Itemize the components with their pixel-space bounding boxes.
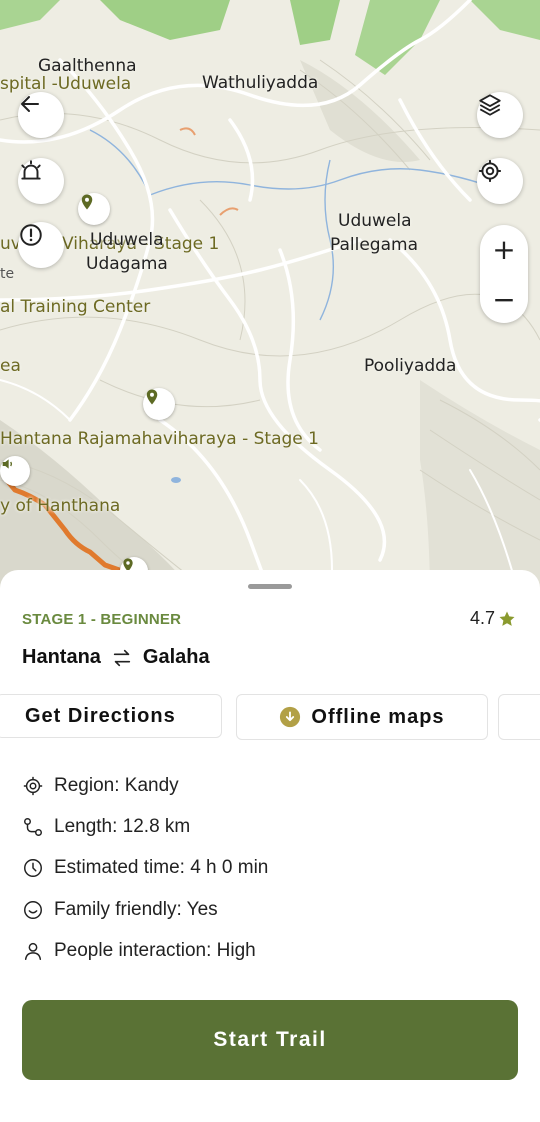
map-label-uduwela-pallegama-line1: Uduwela <box>338 211 412 231</box>
map-label-uduwela-udagama-line2: Udagama <box>86 254 168 274</box>
info-region-text: Region: Kandy <box>54 775 179 796</box>
alert-button[interactable] <box>18 158 64 204</box>
start-trail-button[interactable]: Start Trail <box>22 1000 518 1080</box>
info-time: Estimated time: 4 h 0 min <box>22 857 268 879</box>
map-pin[interactable] <box>78 193 110 225</box>
route-title: Hantana Galaha <box>22 646 210 669</box>
map-label-gaalthenna: Gaalthenna <box>38 56 137 76</box>
stage-label: STAGE 1 - BEGINNER <box>22 611 182 628</box>
map-label-training-center: al Training Center <box>0 297 151 317</box>
more-actions-chip[interactable] <box>498 694 540 740</box>
download-icon <box>280 706 301 728</box>
person-icon <box>24 942 42 960</box>
crosshair-icon <box>479 160 501 182</box>
layers-button[interactable] <box>477 92 523 138</box>
map-pin[interactable] <box>143 388 175 420</box>
clock-icon <box>24 859 42 877</box>
locate-me-button[interactable] <box>477 158 523 204</box>
info-time-text: Estimated time: 4 h 0 min <box>54 857 269 878</box>
length-icon <box>24 818 42 836</box>
info-family-text: Family friendly: Yes <box>54 899 218 920</box>
layers-icon <box>479 94 501 116</box>
get-directions-button[interactable]: Get Directions <box>0 694 222 738</box>
info-family: Family friendly: Yes <box>22 899 218 921</box>
arrow-left-icon <box>21 96 39 112</box>
map-label-hospital: spital -Uduwela <box>0 74 132 94</box>
info-length-text: Length: 12.8 km <box>54 816 191 837</box>
offline-maps-label: Offline maps <box>311 705 445 728</box>
map-label-uduwela-pallegama-line2: Pallegama <box>330 235 418 255</box>
trail-details-sheet: STAGE 1 - BEGINNER 4.7 Hantana Galaha Ge… <box>0 570 540 1122</box>
zoom-controls: + − <box>480 225 528 323</box>
route-to: Galaha <box>142 646 210 668</box>
exclamation-circle-icon <box>20 224 42 246</box>
smile-icon <box>24 901 42 919</box>
rating: 4.7 <box>470 608 516 629</box>
map-label-te: te <box>0 266 15 282</box>
back-button[interactable] <box>18 92 64 138</box>
star-icon <box>499 611 515 626</box>
info-region: Region: Kandy <box>22 775 179 797</box>
info-length: Length: 12.8 km <box>22 816 190 838</box>
location-pin-icon <box>146 389 158 405</box>
speaker-icon <box>2 459 12 469</box>
offline-maps-button[interactable]: Offline maps <box>236 694 488 740</box>
map-label-ea: ea <box>0 356 21 376</box>
info-people: People interaction: High <box>22 940 256 962</box>
map-label-of-hanthana: y of Hanthana <box>0 496 121 516</box>
map-label-wathuliyadda: Wathuliyadda <box>202 73 319 93</box>
info-people-text: People interaction: High <box>54 940 256 961</box>
zoom-in-button[interactable]: + <box>480 225 528 273</box>
map-label-pooliyadda: Pooliyadda <box>364 356 457 376</box>
report-button[interactable] <box>18 222 64 268</box>
route-from: Hantana <box>22 646 101 668</box>
swap-arrows-icon <box>113 649 131 666</box>
region-icon <box>23 776 43 796</box>
map-audio-pin[interactable] <box>0 456 30 486</box>
map-label-uduwela-udagama-line1: Uduwela <box>90 230 164 250</box>
bell-icon <box>21 160 41 180</box>
zoom-out-button[interactable]: − <box>480 275 528 323</box>
rating-value: 4.7 <box>469 608 495 628</box>
get-directions-label: Get Directions <box>25 704 176 727</box>
map-label-hantana-rajamaha: Hantana Rajamahaviharaya - Stage 1 <box>0 429 319 449</box>
location-pin-icon <box>81 194 93 210</box>
sheet-drag-handle[interactable] <box>248 584 292 589</box>
trail-map[interactable]: Gaalthenna spital -Uduwela Wathuliyadda … <box>0 0 540 600</box>
